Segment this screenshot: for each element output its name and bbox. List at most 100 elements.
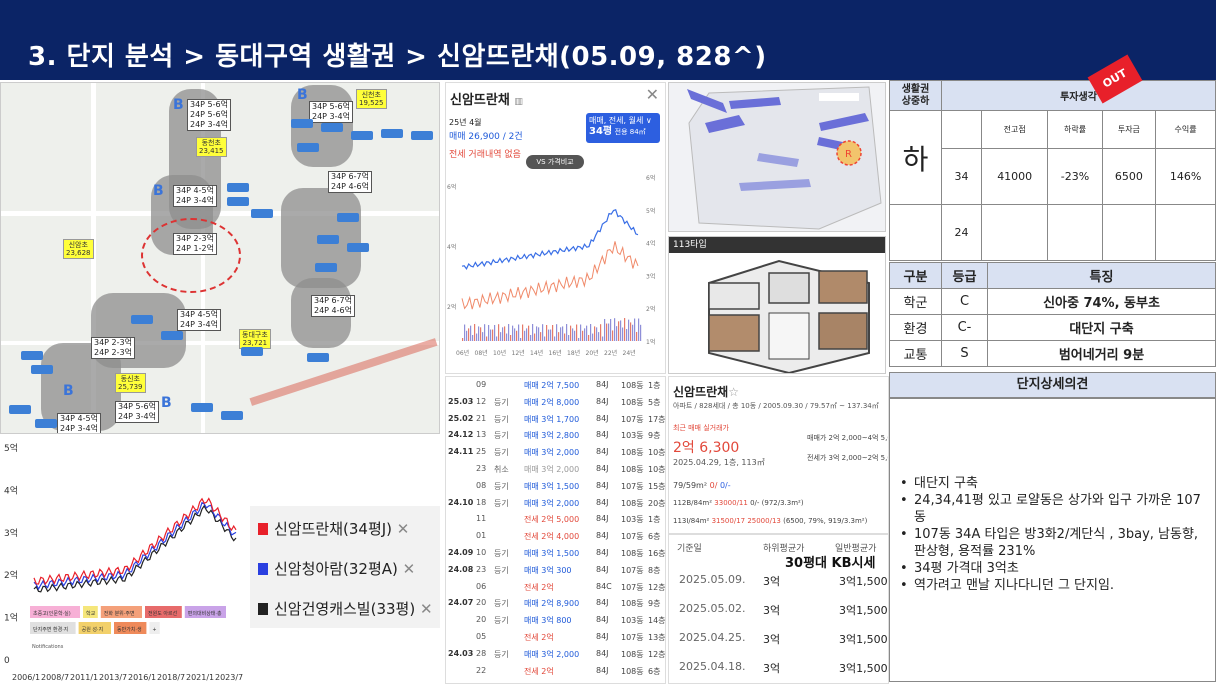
close-icon[interactable]: ✕ (397, 520, 410, 538)
volume-bar (510, 335, 512, 341)
table-cell: 1층 (648, 515, 661, 525)
x-tick-label: 24년 (623, 349, 636, 357)
table-cell: 20 (476, 598, 487, 608)
table-row[interactable]: 24.09 10 등기 매매 3억 1,500 84J 108동 16층 (446, 545, 665, 561)
table-row[interactable]: 24.12 13 등기 매매 3억 2,800 84J 103동 9층 (446, 427, 665, 443)
table-row[interactable]: 11 전세 2억 5,000 84J 103동 1층 (446, 511, 665, 527)
map-pin[interactable] (411, 131, 433, 140)
table-row[interactable]: 25.02 21 등기 매매 3억 1,700 84J 107동 17층 (446, 411, 666, 427)
volume-bar (546, 324, 548, 341)
volume-bar (632, 324, 634, 341)
table-row[interactable]: 25.03 12 등기 매매 2억 8,000 84J 108동 5층 (446, 394, 665, 410)
volume-bar (566, 324, 568, 341)
table-cell: 18 (476, 497, 487, 507)
map-pin[interactable] (161, 331, 183, 340)
legend-item-geonyoung[interactable]: 신암건영캐스빌(33평) ✕ (258, 598, 433, 619)
map-pin[interactable] (297, 143, 319, 152)
map-pin[interactable] (321, 123, 343, 132)
table-cell: 84J (596, 615, 609, 625)
map-pin[interactable] (347, 243, 369, 252)
map-pin[interactable] (227, 183, 249, 192)
table-cell: 84J (596, 531, 609, 541)
map-pin[interactable] (381, 129, 403, 138)
map-pin[interactable] (317, 235, 339, 244)
map-pin[interactable] (315, 263, 337, 272)
apt-title: 신암뜨란채 ▥ (450, 93, 523, 108)
table-row[interactable]: 23 취소 매매 3억 2,000 84J 108동 10층 (446, 461, 665, 477)
table-row[interactable]: 24.08 23 등기 매매 3억 300 84J 107동 8층 (446, 562, 665, 578)
close-icon[interactable]: ✕ (403, 560, 416, 578)
x-tick-label: 2008/7 (41, 673, 69, 682)
table-cell: 11 (476, 514, 487, 524)
table-cell: 등기 (494, 565, 509, 575)
table-cell: 17층 (648, 414, 666, 424)
close-icon[interactable]: ✕ (420, 600, 433, 618)
b-marker: B (173, 97, 184, 113)
volume-bar (504, 326, 506, 341)
table-cell: 103동 (621, 431, 644, 441)
map-pin[interactable] (227, 197, 249, 206)
map-pin[interactable] (9, 405, 31, 414)
table-cell: 매매 3억 2,000 (524, 448, 580, 458)
volume-bar (622, 327, 624, 341)
table-row[interactable]: 22 전세 2억 84J 108동 6층 (446, 663, 665, 679)
school-district-map[interactable]: B B B B B 34P 5-6억 24P 5-6억 24P 3-4억 34P… (0, 82, 440, 434)
close-icon[interactable]: ✕ (646, 85, 659, 104)
recent-price: 2억 6,300 (673, 440, 740, 456)
volume-bar (544, 336, 546, 341)
kb-cell: 3억1,500 (839, 662, 888, 675)
kb-cell: 3억1,500 (839, 604, 888, 617)
volume-bar (474, 324, 476, 341)
volume-bar (638, 318, 640, 341)
table-row[interactable]: 09 매매 2억 7,500 84J 108동 1층 (446, 377, 665, 393)
table-cell: 06 (476, 581, 487, 591)
map-pin[interactable] (291, 119, 313, 128)
map-pin[interactable] (337, 213, 359, 222)
table-row[interactable]: 24.07 20 등기 매매 2억 8,900 84J 108동 9층 (446, 595, 665, 611)
map-pin[interactable] (21, 351, 43, 360)
map-pin[interactable] (31, 365, 53, 374)
table-cell: 24.07 (448, 598, 474, 608)
table-cell: 전세 2억 (524, 633, 554, 642)
map-pin[interactable] (35, 419, 57, 428)
table-cell: 6층 (648, 532, 661, 542)
table-row[interactable]: 01 전세 2억 4,000 84J 107동 6층 (446, 528, 665, 544)
table-cell: 5층 (648, 397, 661, 407)
volume-bar (600, 324, 602, 341)
size-row: 112B/84m² 33000/11 0/- (972/3.3m²) (673, 499, 804, 507)
volume-bar (496, 336, 498, 341)
volume-bar (542, 324, 544, 341)
map-pin[interactable] (221, 411, 243, 420)
table-cell: 84J (596, 380, 609, 389)
volume-bar (562, 326, 564, 341)
table-row[interactable]: 08 등기 매매 3억 1,500 84J 107동 15층 (446, 478, 665, 494)
legend-item-cheongaram[interactable]: 신암청아람(32평A) ✕ (258, 558, 415, 579)
table-cell: 108동 (621, 448, 644, 458)
table-row[interactable]: 24.11 25 등기 매매 3억 2,000 84J 108동 10층 (446, 444, 665, 460)
map-pin[interactable] (351, 131, 373, 140)
map-pin[interactable] (307, 353, 329, 362)
table-row[interactable]: 24.03 28 등기 매매 3억 2,000 84J 108동 12층 (446, 646, 665, 662)
feature-desc: 신아중 74%, 동부초 (987, 288, 1216, 315)
table-cell: 84C (596, 581, 612, 591)
jeonse-summary: 전세 거래내역 없음 (449, 150, 521, 160)
sale-range: 매매가 2억 2,000~4억 5,000 (807, 434, 888, 442)
table-row[interactable]: 05 전세 2억 84J 107동 13층 (446, 629, 665, 645)
volume-bar (468, 328, 470, 341)
map-pin[interactable] (251, 209, 273, 218)
legend-item-ttranchae[interactable]: 신암뜨란채(34평J) ✕ (258, 518, 409, 539)
map-pin[interactable] (241, 347, 263, 356)
filter-chip-label: 단지주변 환경·지 (33, 626, 68, 633)
table-row[interactable]: 06 전세 2억 84C 107동 12층 (446, 579, 665, 595)
star-icon[interactable]: ☆ (728, 385, 739, 399)
map-pin[interactable] (191, 403, 213, 412)
map-pin[interactable] (131, 315, 153, 324)
table-cell: 103동 (621, 515, 644, 525)
legend-label: 신암청아람(32평A) (274, 560, 398, 578)
table-row[interactable]: 20 등기 매매 3억 800 84J 103동 14층 (446, 612, 665, 628)
kb-cell: 2025.04.25. (679, 631, 746, 644)
compare-button[interactable]: VS 가격비교 (526, 155, 584, 169)
feature-cat: 학군 (889, 288, 942, 315)
trade-filter-button[interactable]: 매매, 전세, 월세 ∨ 34평 전용 84㎡ (586, 113, 660, 143)
table-row[interactable]: 24.10 18 등기 매매 3억 2,000 84J 108동 20층 (446, 495, 665, 511)
